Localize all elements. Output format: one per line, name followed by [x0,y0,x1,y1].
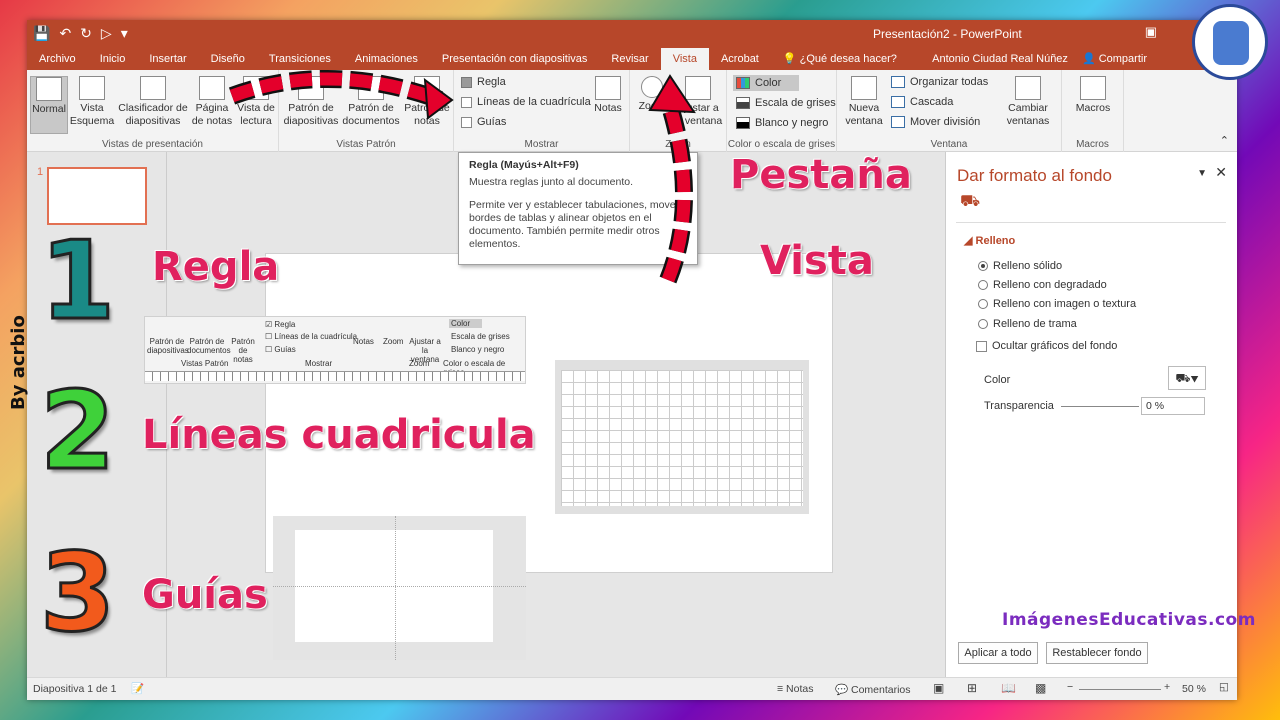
logo-badge-icon [1192,4,1268,80]
ribbon-snippet: Patrón de diapositivas Patrón de documen… [144,316,526,384]
arrowhead-icon [423,77,454,120]
snippet-color: Blanco y negro [451,345,505,354]
snippet-notes: Notas [353,337,374,346]
number-one: 1 [38,219,116,344]
snippet-color: Color [449,319,483,328]
byline: By acrbio [8,315,29,410]
snippet-check: ☐ Guías [265,345,296,354]
arrowhead-icon [648,74,696,114]
number-two: 2 [38,369,116,494]
number-three: 3 [38,531,116,656]
guides-example [273,516,526,660]
snippet-group-label: Vistas Patrón [181,359,229,368]
logo-figure [1213,21,1249,65]
snippet-ruler [145,371,525,381]
vertical-guide [395,516,396,660]
arrow-to-regla-icon [229,72,443,107]
annotation-lineas: Líneas cuadricula [142,412,536,458]
snippet-button: Patrón de documentos [187,337,231,355]
horizontal-guide [273,586,526,587]
snippet-group-label: Mostrar [305,359,333,368]
snippet-button: Patrón de diapositivas [147,337,189,355]
snippet-check: ☑ Regla [265,320,296,329]
annotation-vista: Vista [760,238,874,284]
gridlines-slide [561,370,803,506]
annotation-pestana: Pestaña [730,152,912,198]
gridlines-example [555,360,809,514]
watermark: ImágenesEducativas.com [1002,610,1256,630]
annotation-guias: Guías [142,572,268,618]
snippet-group-label: Zoom [409,359,430,368]
annotation-regla: Regla [152,244,280,290]
snippet-check: ☐ Líneas de la cuadrícula [265,332,358,341]
snippet-zoom: Zoom [383,337,404,346]
snippet-button: Patrón de notas [231,337,255,364]
snippet-color: Escala de grises [451,332,510,341]
